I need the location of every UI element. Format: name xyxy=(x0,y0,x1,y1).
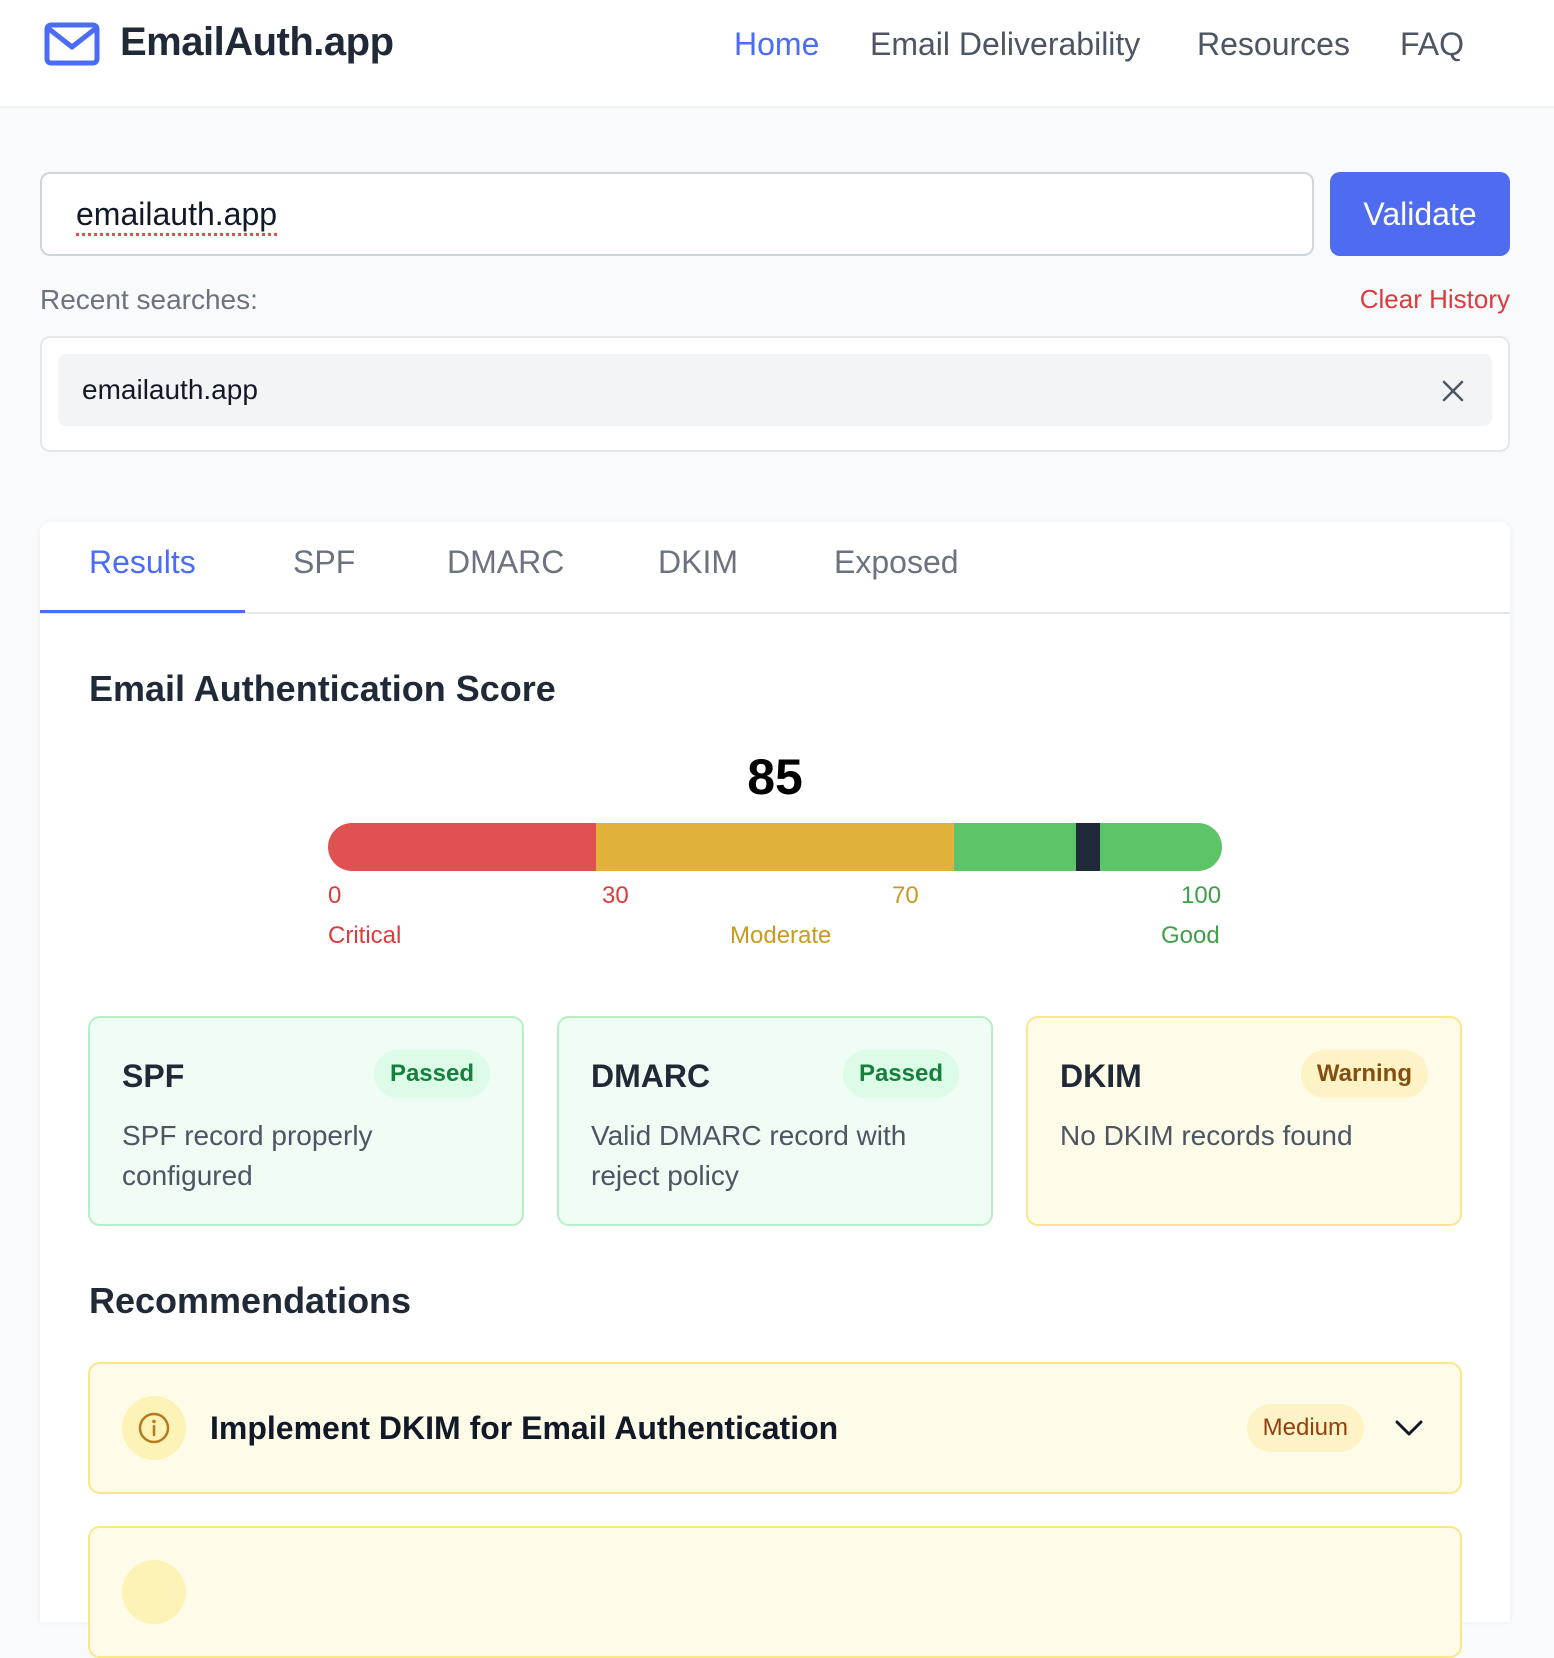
tab-results[interactable]: Results xyxy=(89,544,196,581)
spf-card-title: SPF xyxy=(122,1058,185,1094)
nav-faq[interactable]: FAQ xyxy=(1400,26,1464,63)
score-title: Email Authentication Score xyxy=(89,668,556,709)
recommendations-title: Recommendations xyxy=(89,1280,412,1321)
tab-dmarc[interactable]: DMARC xyxy=(447,544,564,581)
clear-history-button[interactable]: Clear History xyxy=(1360,284,1510,315)
score-gauge xyxy=(328,823,1222,871)
gauge-marker xyxy=(1075,823,1100,871)
validate-button[interactable]: Validate xyxy=(1330,172,1510,256)
recommendation-item[interactable] xyxy=(88,1526,1462,1658)
recommendation-item[interactable]: Implement DKIM for Email Authentication … xyxy=(88,1362,1462,1494)
tab-exposed[interactable]: Exposed xyxy=(834,544,959,581)
chevron-down-icon[interactable] xyxy=(1394,1416,1424,1440)
dkim-card-description: No DKIM records found xyxy=(1060,1120,1353,1151)
recent-search-item[interactable]: emailauth.app xyxy=(58,354,1492,426)
recommendation-title: Implement DKIM for Email Authentication xyxy=(210,1410,839,1446)
tab-dkim[interactable]: DKIM xyxy=(658,544,738,581)
nav-resources[interactable]: Resources xyxy=(1197,26,1350,63)
recent-searches-label: Recent searches: xyxy=(40,284,258,315)
spf-status-card[interactable]: SPF Passed SPF record properly configure… xyxy=(88,1016,524,1226)
dmarc-card-description: Valid DMARC record with reject policy xyxy=(591,1120,907,1191)
range-good: Good xyxy=(1161,922,1220,949)
dmarc-status-card[interactable]: DMARC Passed Valid DMARC record with rej… xyxy=(557,1016,993,1226)
status-badge: Passed xyxy=(842,1050,959,1098)
gauge-critical-segment xyxy=(328,823,597,871)
dkim-card-title: DKIM xyxy=(1060,1058,1142,1094)
close-icon[interactable] xyxy=(1440,378,1466,404)
gauge-moderate-segment xyxy=(596,823,954,871)
tick-70: 70 xyxy=(892,882,919,909)
nav-home[interactable]: Home xyxy=(734,26,819,63)
top-navbar: EmailAuth.app Home Email Deliverability … xyxy=(0,0,1554,108)
range-moderate: Moderate xyxy=(730,922,832,949)
dkim-status-card[interactable]: DKIM Warning No DKIM records found xyxy=(1026,1016,1462,1226)
active-tab-indicator xyxy=(40,610,245,613)
domain-input-value: emailauth.app xyxy=(76,195,278,232)
spf-card-description: SPF record properly configured xyxy=(122,1120,373,1191)
recent-search-text: emailauth.app xyxy=(82,374,258,405)
tick-100: 100 xyxy=(1181,882,1222,909)
recent-searches-list: emailauth.app xyxy=(40,336,1510,452)
priority-badge: Medium xyxy=(1246,1404,1364,1452)
status-badge: Passed xyxy=(373,1050,490,1098)
mail-icon[interactable] xyxy=(44,22,100,66)
score-value: 85 xyxy=(747,749,803,805)
dmarc-card-title: DMARC xyxy=(591,1058,711,1094)
domain-input[interactable]: emailauth.app xyxy=(40,172,1314,256)
nav-email-deliverability[interactable]: Email Deliverability xyxy=(870,26,1140,63)
status-badge: Warning xyxy=(1300,1050,1428,1098)
result-tabs: Results SPF DMARC DKIM Exposed xyxy=(40,522,1510,614)
tick-0: 0 xyxy=(328,882,342,909)
tick-30: 30 xyxy=(602,882,629,909)
range-critical: Critical xyxy=(328,922,402,949)
info-icon xyxy=(122,1396,186,1460)
results-panel: Results SPF DMARC DKIM Exposed Email Aut… xyxy=(40,522,1510,1658)
brand-name[interactable]: EmailAuth.app xyxy=(120,20,394,65)
tab-spf[interactable]: SPF xyxy=(293,544,355,581)
